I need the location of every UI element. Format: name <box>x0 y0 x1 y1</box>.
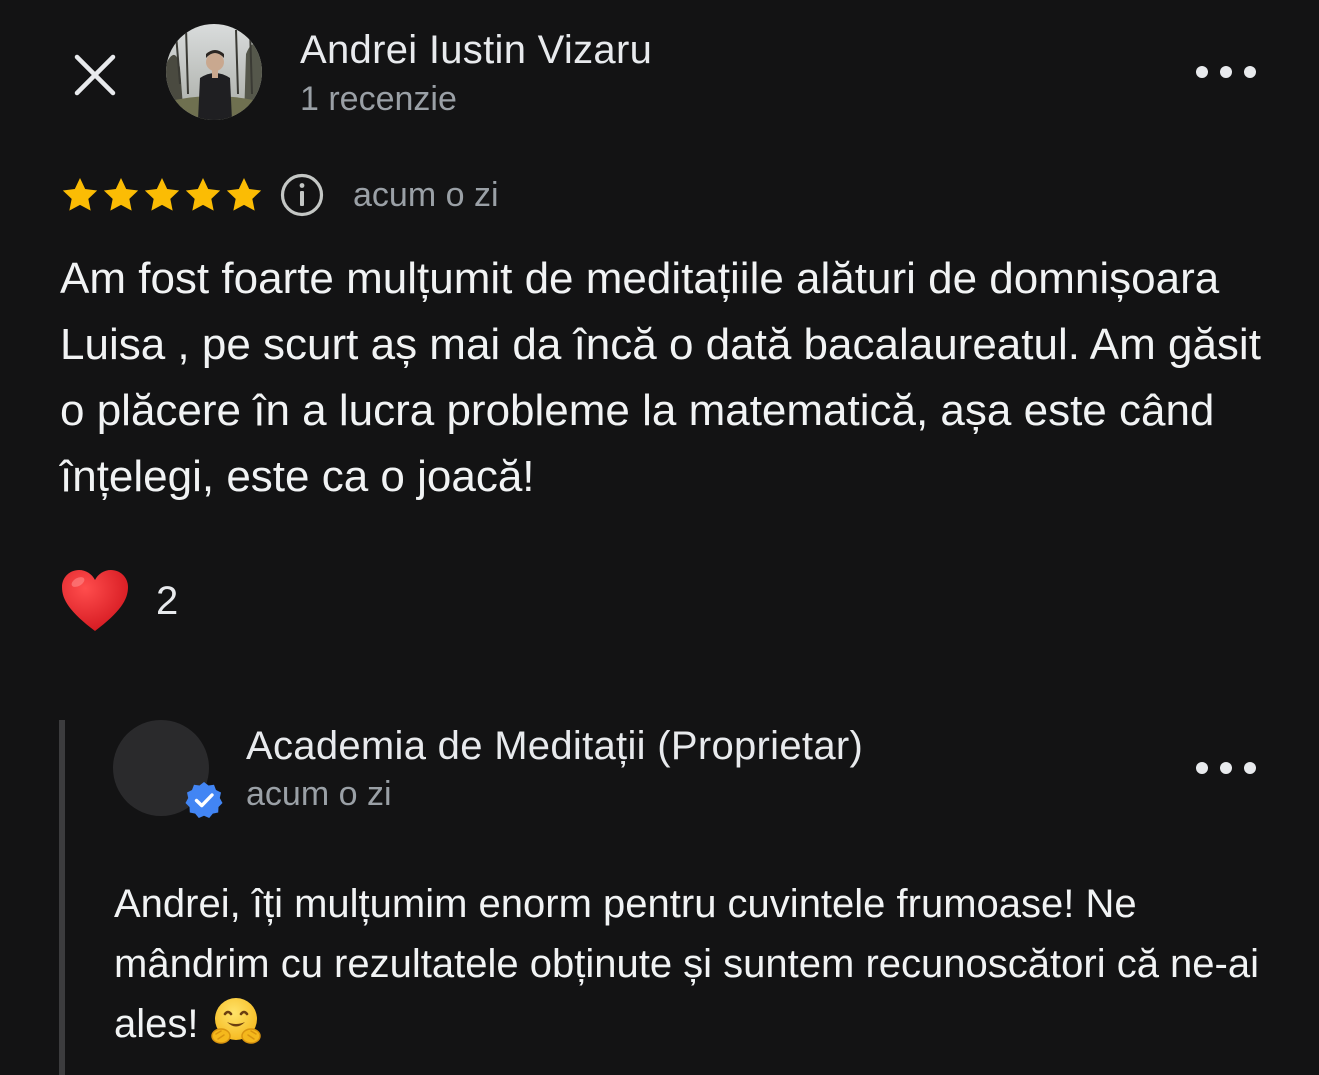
review-time: acum o zi <box>353 175 499 214</box>
heart-icon <box>62 570 128 631</box>
more-horizontal-icon <box>1196 66 1256 78</box>
reply-more-options-button[interactable] <box>1196 753 1256 783</box>
reply-text: Andrei, îți mulțumim enorm pentru cuvint… <box>114 874 1284 1054</box>
more-horizontal-icon <box>1196 762 1256 774</box>
reviewer-avatar[interactable] <box>166 24 262 120</box>
reply-text-content: Andrei, îți mulțumim enorm pentru cuvint… <box>114 882 1259 1046</box>
reply-time: acum o zi <box>246 775 392 813</box>
close-icon <box>74 54 116 96</box>
hugging-face-emoji-icon <box>210 998 261 1044</box>
reply-indent-bar <box>59 720 65 1075</box>
star-rating <box>60 175 265 215</box>
close-button[interactable] <box>66 46 124 104</box>
verified-badge-icon <box>185 782 223 818</box>
reviewer-review-count: 1 recenzie <box>300 80 457 118</box>
star-icon <box>103 178 139 211</box>
star-icon <box>226 178 262 211</box>
reaction-count: 2 <box>156 578 179 623</box>
reviewer-name[interactable]: Andrei Iustin Vizaru <box>300 28 652 73</box>
star-icon <box>62 178 98 211</box>
review-detail-page: Andrei Iustin Vizaru 1 recenzie acum o z… <box>0 0 1319 1075</box>
review-text: Am fost foarte mulțumit de meditațiile a… <box>60 254 1261 501</box>
star-icon <box>185 178 221 211</box>
star-icon <box>144 178 180 211</box>
review-more-options-button[interactable] <box>1196 57 1256 87</box>
owner-name: Academia de Meditații (Proprietar) <box>246 724 864 768</box>
info-icon[interactable] <box>279 172 325 218</box>
reaction-button[interactable]: 2 <box>60 566 178 636</box>
rating-row: acum o zi <box>60 170 499 220</box>
